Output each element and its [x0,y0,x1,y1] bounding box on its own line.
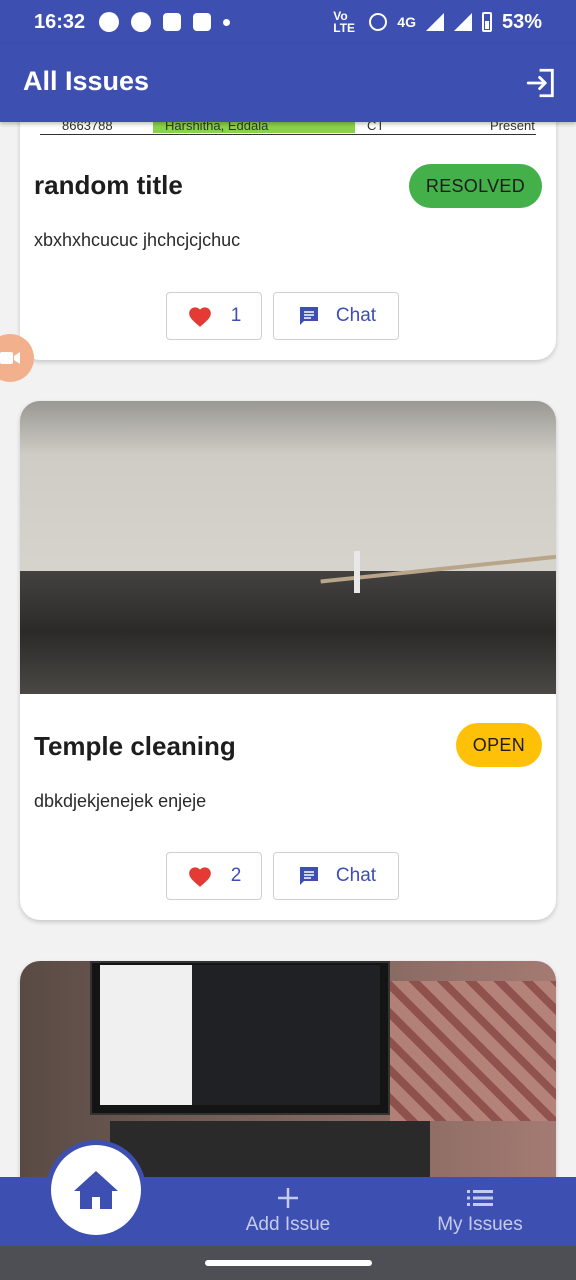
image-floor [20,571,556,694]
like-button[interactable]: 2 [166,852,262,900]
partial-status: Present [490,122,535,133]
image-screen-panel [100,965,192,1105]
partial-phone: 8663788 [62,122,113,133]
list-icon [467,1190,493,1206]
more-notifications-icon [223,18,231,26]
image-wall [20,401,556,581]
status-badge: OPEN [455,723,542,767]
chat-label: Chat [335,305,377,326]
calendar-icon [193,13,212,31]
heart-icon [188,307,211,327]
logout-icon[interactable] [524,66,558,100]
like-button[interactable]: 1 [166,292,262,340]
issue-image-partial: 8663788 Harshitha, Eddala CT Present [40,122,536,135]
home-icon [74,1171,118,1209]
chat-button[interactable]: Chat [273,292,399,340]
heart-icon [188,867,211,887]
page-title: All Issues [23,66,150,96]
issue-title: Temple cleaning [34,731,236,761]
partial-dept: CT [367,122,385,133]
chat-icon [299,307,318,325]
nav-my-issues[interactable]: My Issues [400,1186,560,1236]
notification-icons [99,12,231,32]
app-notification-icon [131,12,152,32]
image-pipe [354,551,360,593]
issues-list[interactable]: 8663788 Harshitha, Eddala CT Present ran… [0,122,576,1177]
like-count: 2 [230,865,242,886]
battery-level: 53% [501,10,542,33]
whatsapp-icon [99,12,120,32]
chat-label: Chat [335,865,377,886]
signal-icon-2 [453,13,472,31]
like-count: 1 [230,305,242,326]
issue-description: xbxhxhcucuc jhchcjcjchuc [34,230,241,250]
system-nav-bar [0,1246,576,1280]
app-bar: All Issues [0,44,576,122]
nav-my-issues-label: My Issues [437,1214,523,1235]
plus-icon [278,1188,298,1208]
nav-add-issue[interactable]: Add Issue [208,1186,368,1236]
issue-image [20,401,556,694]
status-time: 16:32 [34,10,86,33]
issue-description: dbkdjekjenejek enjeje [34,791,207,811]
nav-add-issue-label: Add Issue [245,1214,331,1235]
issue-title: random title [34,170,183,200]
home-button-inner [51,1145,141,1235]
network-type: 4G [397,14,416,30]
volte-label: Vo LTE [333,9,356,35]
status-badge: RESOLVED [408,164,542,208]
issue-card[interactable]: Temple cleaning OPEN dbkdjekjenejek enje… [20,401,556,920]
video-camera-icon [0,352,20,364]
chat-icon [299,867,318,885]
map-icon [163,13,182,31]
status-bar: 16:32 Vo LTE 4G 53% [0,0,576,44]
home-button[interactable] [46,1140,146,1240]
chat-button[interactable]: Chat [273,852,399,900]
signal-icon [425,13,444,31]
hotspot-icon [369,13,388,31]
issue-card[interactable]: 8663788 Harshitha, Eddala CT Present ran… [20,122,556,360]
image-keyboard [110,1121,430,1177]
status-right: Vo LTE 4G 53% [333,10,542,34]
battery-icon [481,12,492,32]
image-cloth [390,981,556,1121]
gesture-handle[interactable] [205,1260,372,1266]
partial-name: Harshitha, Eddala [153,122,355,133]
